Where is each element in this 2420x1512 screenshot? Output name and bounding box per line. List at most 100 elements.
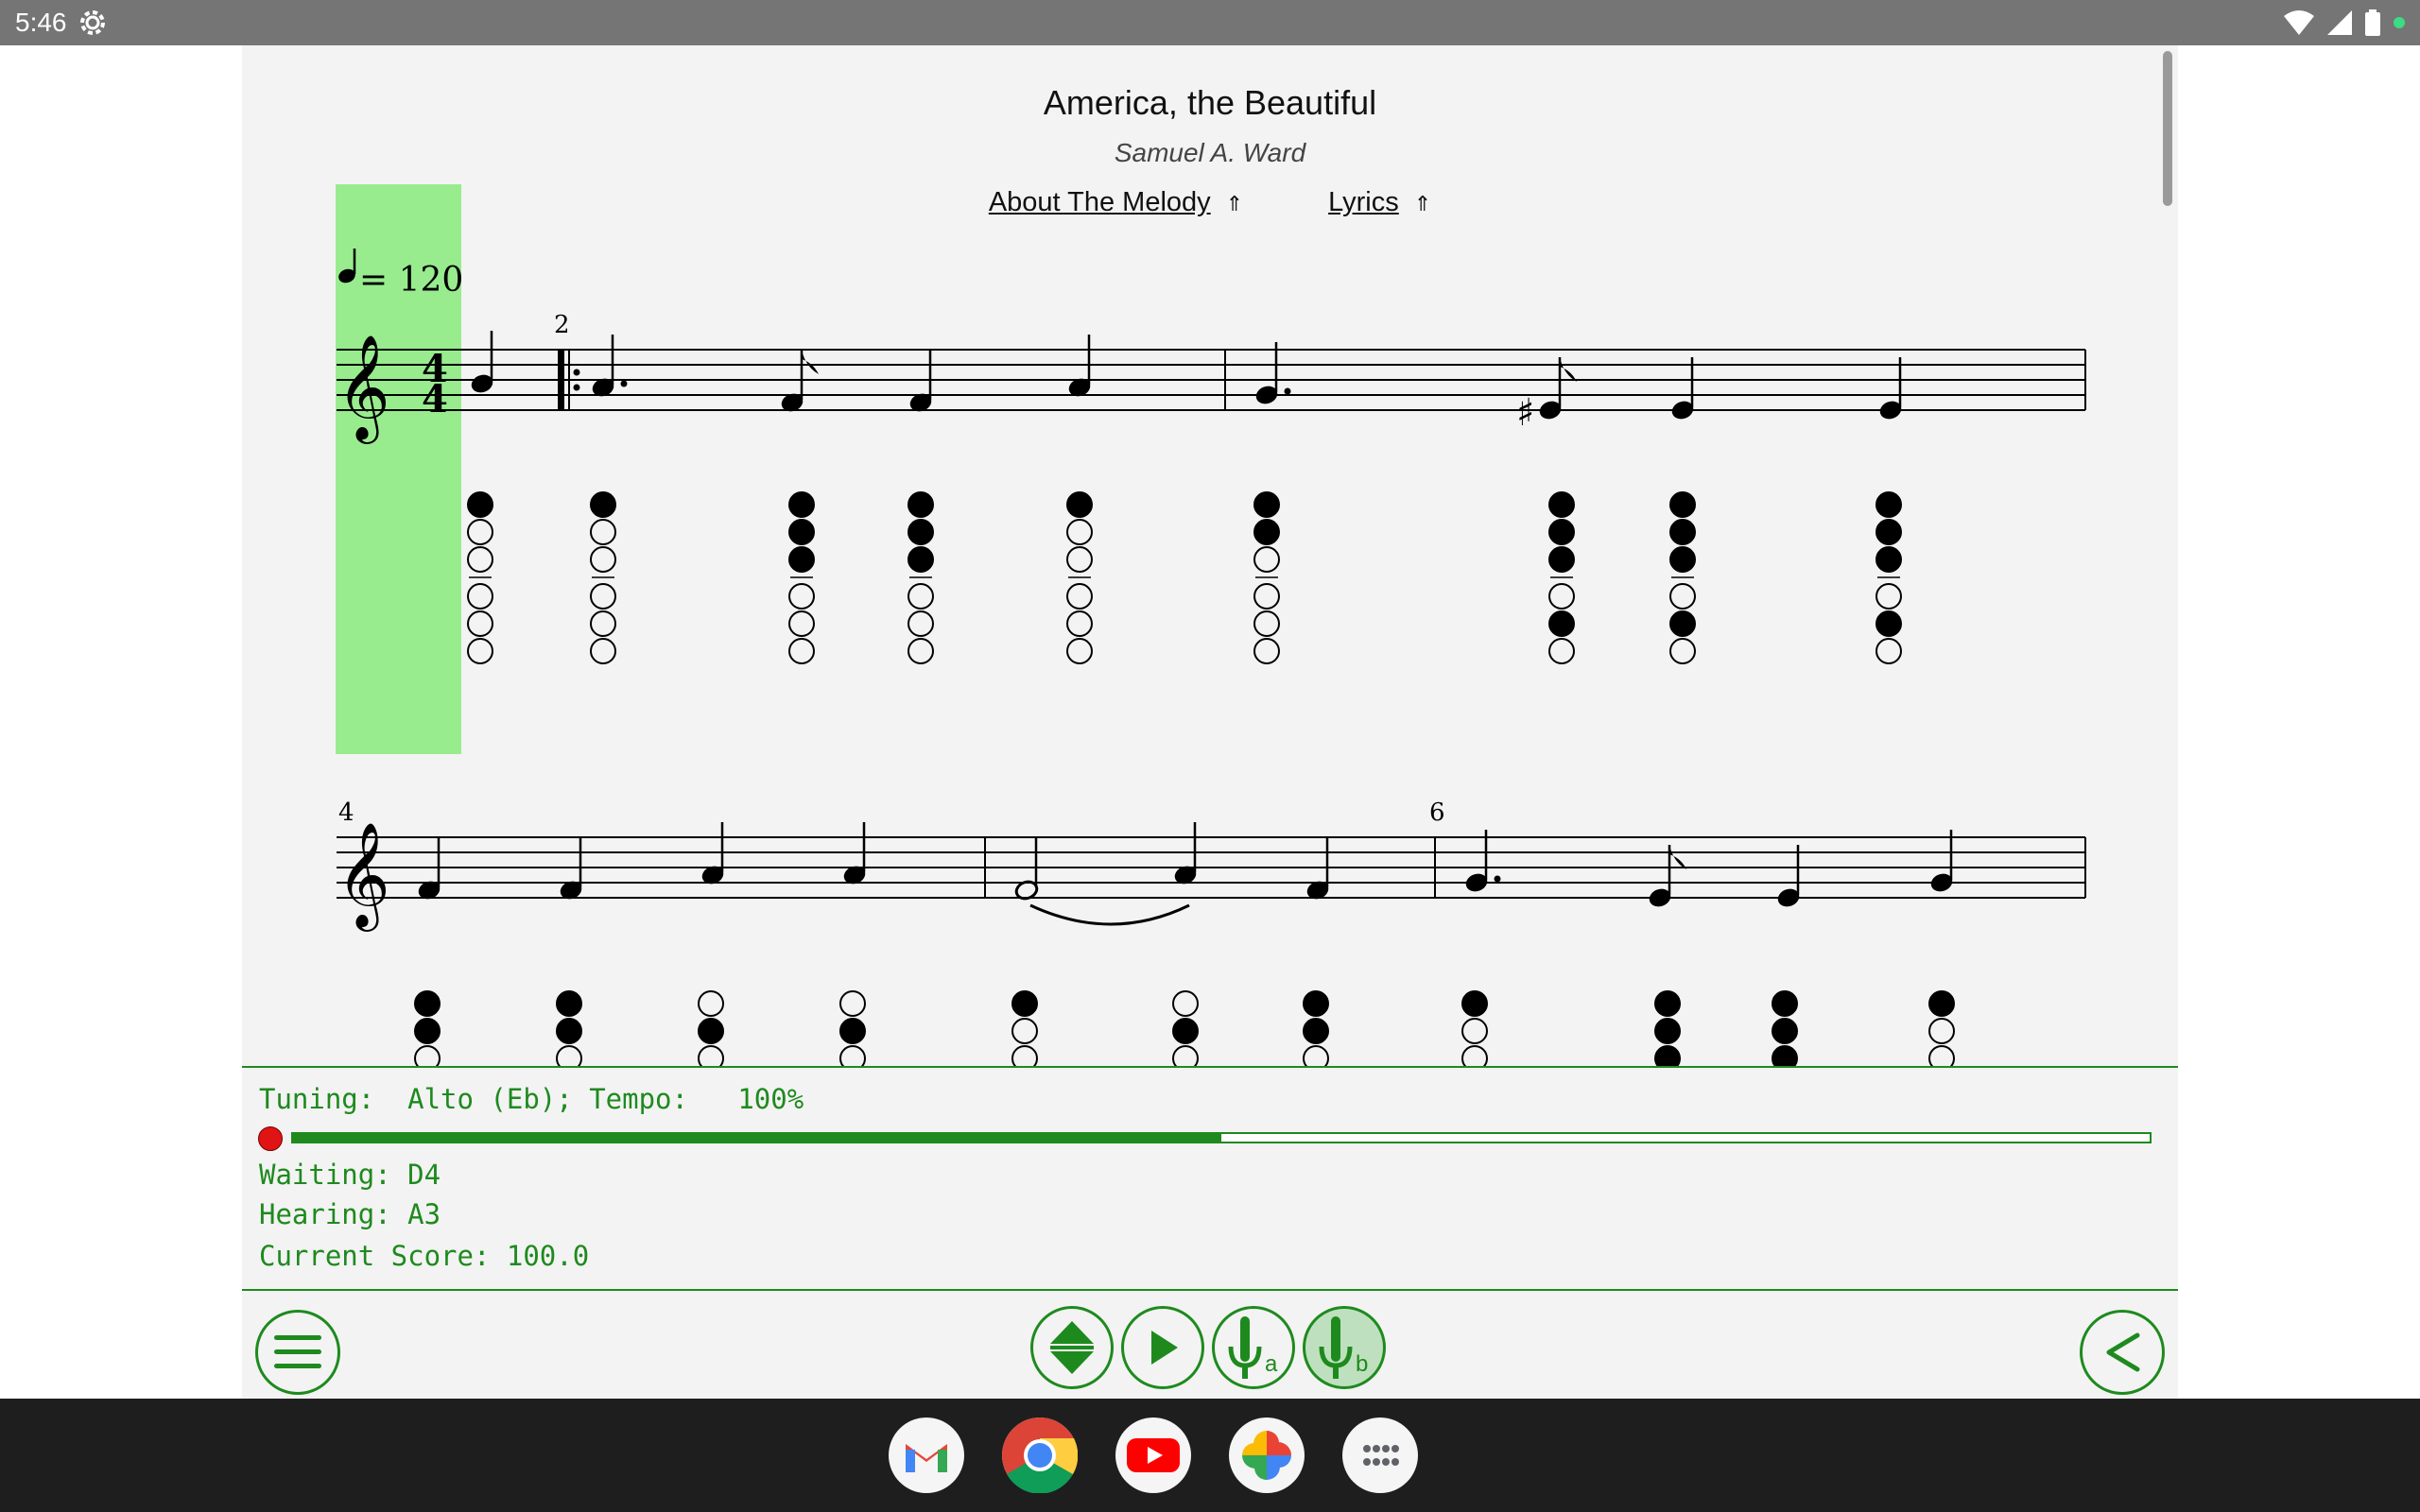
photos-app-icon[interactable] xyxy=(1229,1418,1305,1493)
fingering-2-2-hole xyxy=(556,990,582,1017)
fingering-1-6-hole xyxy=(1253,638,1280,664)
fingering-2-8-hole xyxy=(1461,1018,1488,1044)
play-button[interactable] xyxy=(1121,1306,1204,1389)
about-melody-link[interactable]: About The Melody xyxy=(989,187,1211,217)
note-18-flag xyxy=(1669,845,1686,869)
microphone-b-button[interactable]: b xyxy=(1303,1306,1386,1389)
fingering-2-4-hole xyxy=(839,1018,866,1044)
fingering-1-4-hole xyxy=(908,546,934,573)
app-drawer-icon[interactable] xyxy=(1342,1418,1418,1493)
fingering-1-7-hole xyxy=(1548,638,1575,664)
tempo-mark: = 120 xyxy=(359,261,463,300)
fingering-1-8-hole xyxy=(1669,546,1696,573)
fingering-1-5-hole xyxy=(1066,491,1093,518)
notification-dot-icon xyxy=(2394,17,2405,28)
fingering-1-4-hole xyxy=(908,519,934,545)
fingering-1-2-hole xyxy=(590,519,616,545)
fingering-1-1-hole xyxy=(467,610,493,637)
fingering-1-7-hole xyxy=(1548,610,1575,637)
chrome-app-icon[interactable] xyxy=(1002,1418,1078,1493)
progress-fill xyxy=(293,1134,1221,1142)
chevron-left-icon xyxy=(2106,1332,2140,1372)
fingering-1-5-hole xyxy=(1066,583,1093,610)
taskbar xyxy=(0,1399,2420,1512)
fingering-1-4-hole xyxy=(908,491,934,518)
fingering-2-2-hole xyxy=(556,1045,582,1066)
note-6-dot xyxy=(1284,387,1291,395)
fingering-1-1-hole xyxy=(467,583,493,610)
fingering-2-9-hole xyxy=(1654,1018,1681,1044)
fingering-2-6-hole xyxy=(1172,990,1199,1017)
fingering-1-4-hole xyxy=(908,610,934,637)
fingering-2-3-hole xyxy=(698,1045,724,1066)
score-area[interactable]: = 120 𝄞 4 4 2 ♯ 𝄞 4 6 America, the Beautiful Sam… xyxy=(242,45,2178,1066)
info-links: About The Melody ⇑ Lyrics ⇑ xyxy=(242,187,2178,218)
lyrics-link[interactable]: Lyrics xyxy=(1328,187,1399,217)
panel-divider-bottom xyxy=(242,1289,2178,1291)
fingering-1-3-hole xyxy=(788,583,815,610)
fingering-2-7-hole xyxy=(1303,990,1329,1017)
fingering-1-9-hole xyxy=(1876,519,1902,545)
fingering-1-8-hole xyxy=(1669,491,1696,518)
wifi-icon xyxy=(2284,10,2314,35)
fingering-1-3-hole xyxy=(788,638,815,664)
fingering-1-4-hole xyxy=(908,638,934,664)
fingering-1-1-hole xyxy=(467,546,493,573)
note-17-dot xyxy=(1494,875,1501,883)
menu-button[interactable] xyxy=(255,1310,340,1395)
fingering-1-3-hole xyxy=(788,610,815,637)
song-composer: Samuel A. Ward xyxy=(1114,138,1306,167)
tuning-tempo-text: Tuning: Alto (Eb); Tempo: 100% xyxy=(259,1083,804,1115)
fingering-1-3-hole xyxy=(788,491,815,518)
hearing-note-text: Hearing: A3 xyxy=(259,1198,441,1230)
fingering-2-4-hole xyxy=(839,990,866,1017)
fingering-2-11-hole xyxy=(1928,990,1955,1017)
fingering-2-1-hole xyxy=(414,1018,441,1044)
microphone-a-icon: a xyxy=(1228,1316,1278,1379)
fingering-1-2-hole xyxy=(590,546,616,573)
battery-icon xyxy=(2365,9,2380,36)
fingering-2-3-hole xyxy=(698,990,724,1017)
fingering-2-1-hole xyxy=(414,990,441,1017)
fingering-2-5-hole xyxy=(1011,990,1038,1017)
progress-bar[interactable] xyxy=(291,1132,2152,1143)
fingering-2-8-hole xyxy=(1461,990,1488,1017)
repeat-dot xyxy=(573,384,580,391)
up-arrow-icon: ⇑ xyxy=(1413,192,1432,215)
fingering-1-2-hole xyxy=(590,638,616,664)
play-icon xyxy=(1151,1331,1178,1365)
back-button[interactable] xyxy=(2080,1310,2165,1395)
fingering-1-8-hole xyxy=(1669,583,1696,610)
photos-pinwheel-icon xyxy=(1242,1431,1291,1480)
measure-number: 2 xyxy=(554,311,570,339)
fingering-2-10-hole xyxy=(1772,990,1798,1017)
chrome-icon xyxy=(1002,1418,1078,1493)
mic-a-label: a xyxy=(1265,1351,1278,1377)
tie-slur xyxy=(1029,903,1190,926)
fingering-1-2-hole xyxy=(590,610,616,637)
song-title: America, the Beautiful xyxy=(1043,83,1377,122)
fingering-2-9-hole xyxy=(1654,990,1681,1017)
gmail-app-icon[interactable] xyxy=(889,1418,964,1493)
fingering-2-6-hole xyxy=(1172,1045,1199,1066)
panel-divider-top xyxy=(242,1066,2178,1068)
fingering-2-8-hole xyxy=(1461,1045,1488,1066)
transpose-button[interactable] xyxy=(1030,1306,1114,1389)
fingering-2-7-hole xyxy=(1303,1018,1329,1044)
gmail-icon xyxy=(906,1444,947,1472)
signal-icon xyxy=(2327,10,2352,35)
fingering-1-1-hole xyxy=(467,638,493,664)
scrollbar-thumb[interactable] xyxy=(2163,51,2172,206)
microphone-a-button[interactable]: a xyxy=(1212,1306,1295,1389)
fingering-2-7-hole xyxy=(1303,1045,1329,1066)
fingering-1-8-hole xyxy=(1669,610,1696,637)
app-grid-icon xyxy=(1363,1445,1399,1466)
note-7-flag xyxy=(1560,357,1577,382)
youtube-app-icon[interactable] xyxy=(1115,1418,1191,1493)
fingering-1-6-hole xyxy=(1253,519,1280,545)
fingering-2-9-hole xyxy=(1654,1045,1681,1066)
fingering-1-2-hole xyxy=(590,491,616,518)
fingering-1-4-hole xyxy=(908,583,934,610)
note-2-dot xyxy=(620,380,628,387)
fingering-1-3-hole xyxy=(788,546,815,573)
